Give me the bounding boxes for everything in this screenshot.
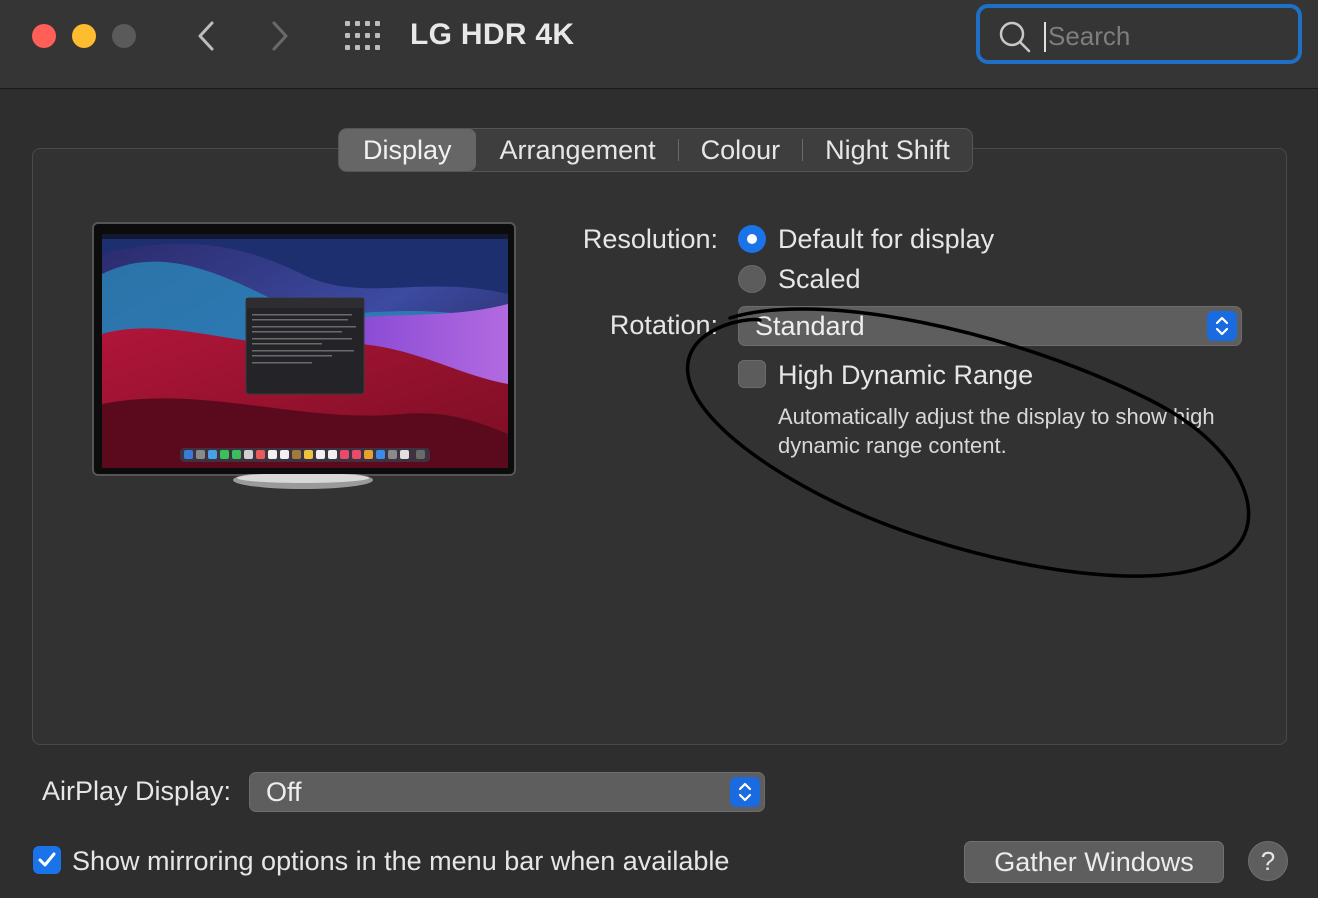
tab-night-shift[interactable]: Night Shift (803, 129, 972, 171)
help-button[interactable]: ? (1248, 841, 1288, 881)
chevron-right-icon (272, 21, 288, 51)
minimize-window-button[interactable] (72, 24, 96, 48)
hdr-checkbox[interactable] (738, 360, 766, 388)
tab-display[interactable]: Display (339, 129, 476, 171)
resolution-default-label[interactable]: Default for display (778, 224, 994, 255)
tab-colour[interactable]: Colour (679, 129, 803, 171)
forward-button[interactable] (264, 16, 296, 56)
rotation-label: Rotation: (609, 310, 718, 340)
rotation-select[interactable]: Standard (738, 306, 1242, 346)
tab-arrangement[interactable]: Arrangement (478, 129, 678, 171)
updown-chevron-icon (1207, 311, 1237, 341)
mirroring-label[interactable]: Show mirroring options in the menu bar w… (72, 846, 729, 877)
resolution-scaled-radio[interactable] (738, 265, 766, 293)
back-button[interactable] (190, 16, 222, 56)
airplay-label: AirPlay Display: (42, 776, 232, 806)
display-preview (92, 222, 516, 476)
grid-icon (345, 21, 380, 50)
resolution-default-radio[interactable] (738, 225, 766, 253)
close-window-button[interactable] (32, 24, 56, 48)
hdr-label[interactable]: High Dynamic Range (778, 360, 1033, 391)
search-icon (999, 21, 1031, 53)
zoom-window-button[interactable] (112, 24, 136, 48)
chevron-left-icon (198, 21, 214, 51)
wallpaper-image (102, 234, 508, 468)
mirroring-checkbox[interactable] (33, 846, 61, 874)
window-title: LG HDR 4K (410, 18, 575, 51)
airplay-value: Off (266, 777, 302, 807)
tab-bar: Display Arrangement Colour Night Shift (338, 128, 973, 172)
search-field[interactable] (976, 4, 1302, 64)
airplay-select[interactable]: Off (249, 772, 765, 812)
monitor-stand (233, 474, 373, 489)
checkmark-icon (38, 852, 56, 867)
show-all-button[interactable] (344, 20, 382, 52)
hdr-description: Automatically adjust the display to show… (778, 404, 1215, 458)
title-bar: LG HDR 4K (0, 0, 1318, 89)
gather-windows-button[interactable]: Gather Windows (964, 841, 1224, 883)
rotation-value: Standard (755, 311, 865, 341)
updown-chevron-icon (730, 777, 760, 807)
search-input[interactable] (1046, 18, 1280, 54)
resolution-label: Resolution: (582, 224, 718, 254)
resolution-scaled-label[interactable]: Scaled (778, 264, 861, 295)
